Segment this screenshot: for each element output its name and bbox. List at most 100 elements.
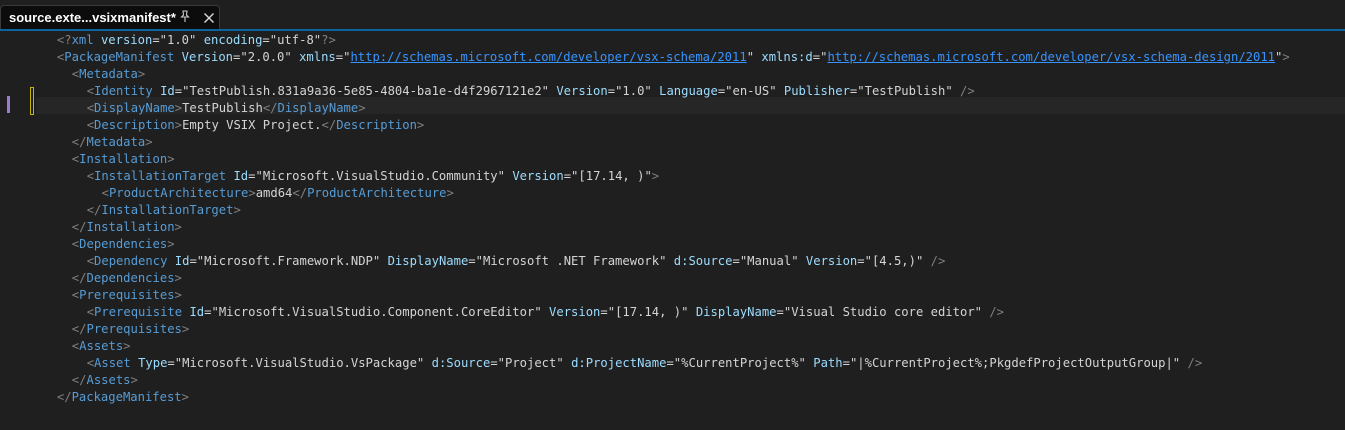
code-line[interactable]: </PackageManifest> bbox=[57, 389, 189, 406]
code-token-attr: Version bbox=[181, 50, 234, 64]
code-token-link[interactable]: http://schemas.microsoft.com/developer/v… bbox=[827, 50, 1275, 64]
code-token-eq: = bbox=[857, 254, 865, 268]
code-token-val: Microsoft .NET Framework bbox=[482, 254, 660, 268]
code-token-sp bbox=[652, 84, 659, 98]
code-token-tag: Dependencies bbox=[86, 271, 175, 285]
code-token-attr: xmlns:d bbox=[761, 50, 813, 64]
code-token-tag: InstallationTarget bbox=[101, 203, 234, 217]
code-line[interactable]: <Installation> bbox=[72, 151, 175, 168]
code-token-tag: Prerequisite bbox=[94, 305, 183, 319]
code-token-attr: Version bbox=[805, 254, 858, 268]
code-line[interactable]: <?xml version="1.0" encoding="utf-8"?> bbox=[57, 32, 336, 49]
code-token-eq: = bbox=[812, 50, 821, 64]
code-line[interactable]: <Prerequisites> bbox=[72, 287, 182, 304]
code-token-attr: Id bbox=[160, 84, 175, 98]
code-line[interactable]: <Dependencies> bbox=[72, 236, 175, 253]
code-token-attr: Id bbox=[233, 169, 249, 183]
code-line[interactable]: </Assets> bbox=[72, 372, 138, 389]
code-token-br: > bbox=[233, 203, 241, 217]
code-token-tag: DisplayName bbox=[277, 101, 359, 115]
code-token-val: Microsoft.VisualStudio.VsPackage bbox=[182, 356, 417, 370]
code-token-br: </ bbox=[292, 186, 308, 200]
code-token-eq: = bbox=[666, 356, 674, 370]
code-token-eq: = bbox=[335, 50, 344, 64]
code-token-sp bbox=[292, 50, 299, 64]
code-token-eq: = bbox=[167, 356, 175, 370]
code-token-br: > bbox=[130, 373, 138, 387]
code-token-q: " bbox=[475, 254, 483, 268]
code-token-tag: DisplayName bbox=[94, 101, 175, 115]
tab-title[interactable]: source.exte...vsixmanifest* bbox=[9, 10, 176, 25]
code-token-val: |%CurrentProject%;PkgdefProjectOutputGro… bbox=[857, 356, 1173, 370]
code-token-val: Microsoft.Framework.NDP bbox=[204, 254, 373, 268]
bookmark-margin-indicator bbox=[7, 96, 10, 113]
code-token-val: en-US bbox=[732, 84, 770, 98]
code-token-q: " bbox=[857, 84, 865, 98]
code-token-val: %CurrentProject% bbox=[681, 356, 799, 370]
code-token-sp bbox=[174, 50, 181, 64]
code-token-sp bbox=[380, 254, 387, 268]
code-token-br: < bbox=[86, 254, 95, 268]
code-token-attr: d:ProjectName bbox=[571, 356, 667, 370]
change-tracking-indicator bbox=[30, 87, 34, 115]
code-token-val: Visual Studio core editor bbox=[791, 305, 975, 319]
code-token-sp bbox=[94, 33, 101, 47]
code-token-attr: Id bbox=[174, 254, 190, 268]
code-token-br: > bbox=[167, 237, 175, 251]
code-line[interactable]: <Metadata> bbox=[72, 66, 145, 83]
code-token-br: /> bbox=[1187, 356, 1203, 370]
code-line[interactable]: <Asset Type="Microsoft.VisualStudio.VsPa… bbox=[87, 355, 1202, 372]
code-token-br: </ bbox=[262, 101, 278, 115]
pin-icon[interactable] bbox=[177, 10, 193, 26]
code-token-sp bbox=[196, 33, 203, 47]
editor-tab[interactable]: source.exte...vsixmanifest* bbox=[0, 5, 220, 29]
code-line[interactable]: <Prerequisite Id="Microsoft.VisualStudio… bbox=[87, 304, 1004, 321]
code-token-q: " bbox=[644, 84, 652, 98]
code-token-eq: = bbox=[468, 254, 476, 268]
code-line[interactable]: <ProductArchitecture>amd64</ProductArchi… bbox=[102, 185, 454, 202]
code-token-attr: Language bbox=[659, 84, 718, 98]
pin-icon-glyph bbox=[180, 10, 190, 22]
tab-bar: source.exte...vsixmanifest* bbox=[0, 0, 1345, 31]
code-token-sp bbox=[923, 254, 930, 268]
code-token-tag: Installation bbox=[86, 220, 175, 234]
code-token-q: " bbox=[541, 84, 549, 98]
code-token-link[interactable]: http://schemas.microsoft.com/developer/v… bbox=[350, 50, 746, 64]
code-token-tag: PackageManifest bbox=[71, 390, 182, 404]
code-token-sp bbox=[424, 356, 431, 370]
code-line[interactable]: <DisplayName>TestPublish</DisplayName> bbox=[87, 100, 366, 117]
code-token-tag: PackageManifest bbox=[64, 50, 175, 64]
code-token-br: < bbox=[86, 84, 95, 98]
code-token-attr: Version bbox=[512, 169, 564, 183]
code-token-tag: Asset bbox=[94, 356, 131, 370]
code-line[interactable]: <PackageManifest Version="2.0.0" xmlns="… bbox=[57, 49, 1290, 66]
code-token-br: < bbox=[86, 101, 95, 115]
close-icon-glyph bbox=[204, 13, 214, 23]
code-line[interactable]: <Description>Empty VSIX Project.</Descri… bbox=[87, 117, 425, 134]
code-line[interactable]: </Prerequisites> bbox=[72, 321, 189, 338]
code-token-br: </ bbox=[71, 220, 87, 234]
code-token-tag: Assets bbox=[79, 339, 124, 353]
close-icon[interactable] bbox=[201, 10, 217, 26]
code-token-val: Microsoft.VisualStudio.Community bbox=[262, 169, 498, 183]
code-line[interactable]: </Installation> bbox=[72, 219, 182, 236]
code-line[interactable]: <Dependency Id="Microsoft.Framework.NDP"… bbox=[87, 253, 946, 270]
code-line[interactable]: <InstallationTarget Id="Microsoft.Visual… bbox=[87, 168, 659, 185]
code-line[interactable]: <Identity Id="TestPublish.831a9a36-5e85-… bbox=[87, 83, 975, 100]
code-token-attr: d:Source bbox=[673, 254, 733, 268]
code-token-q: " bbox=[769, 84, 777, 98]
code-line[interactable]: </InstallationTarget> bbox=[87, 202, 241, 219]
code-token-q: " bbox=[211, 305, 219, 319]
code-line[interactable]: <Assets> bbox=[72, 338, 131, 355]
code-token-q: " bbox=[240, 50, 248, 64]
code-token-val: Project bbox=[505, 356, 557, 370]
code-line[interactable]: </Dependencies> bbox=[72, 270, 182, 287]
code-token-tag: Installation bbox=[79, 152, 168, 166]
code-line[interactable]: </Metadata> bbox=[72, 134, 153, 151]
code-token-q: " bbox=[284, 50, 292, 64]
code-token-attr: d:Source bbox=[431, 356, 491, 370]
code-token-br: > bbox=[167, 152, 175, 166]
code-editor[interactable]: <?xml version="1.0" encoding="utf-8"?> <P… bbox=[0, 31, 1345, 430]
code-token-eq: = bbox=[776, 305, 784, 319]
code-token-br: </ bbox=[86, 203, 102, 217]
